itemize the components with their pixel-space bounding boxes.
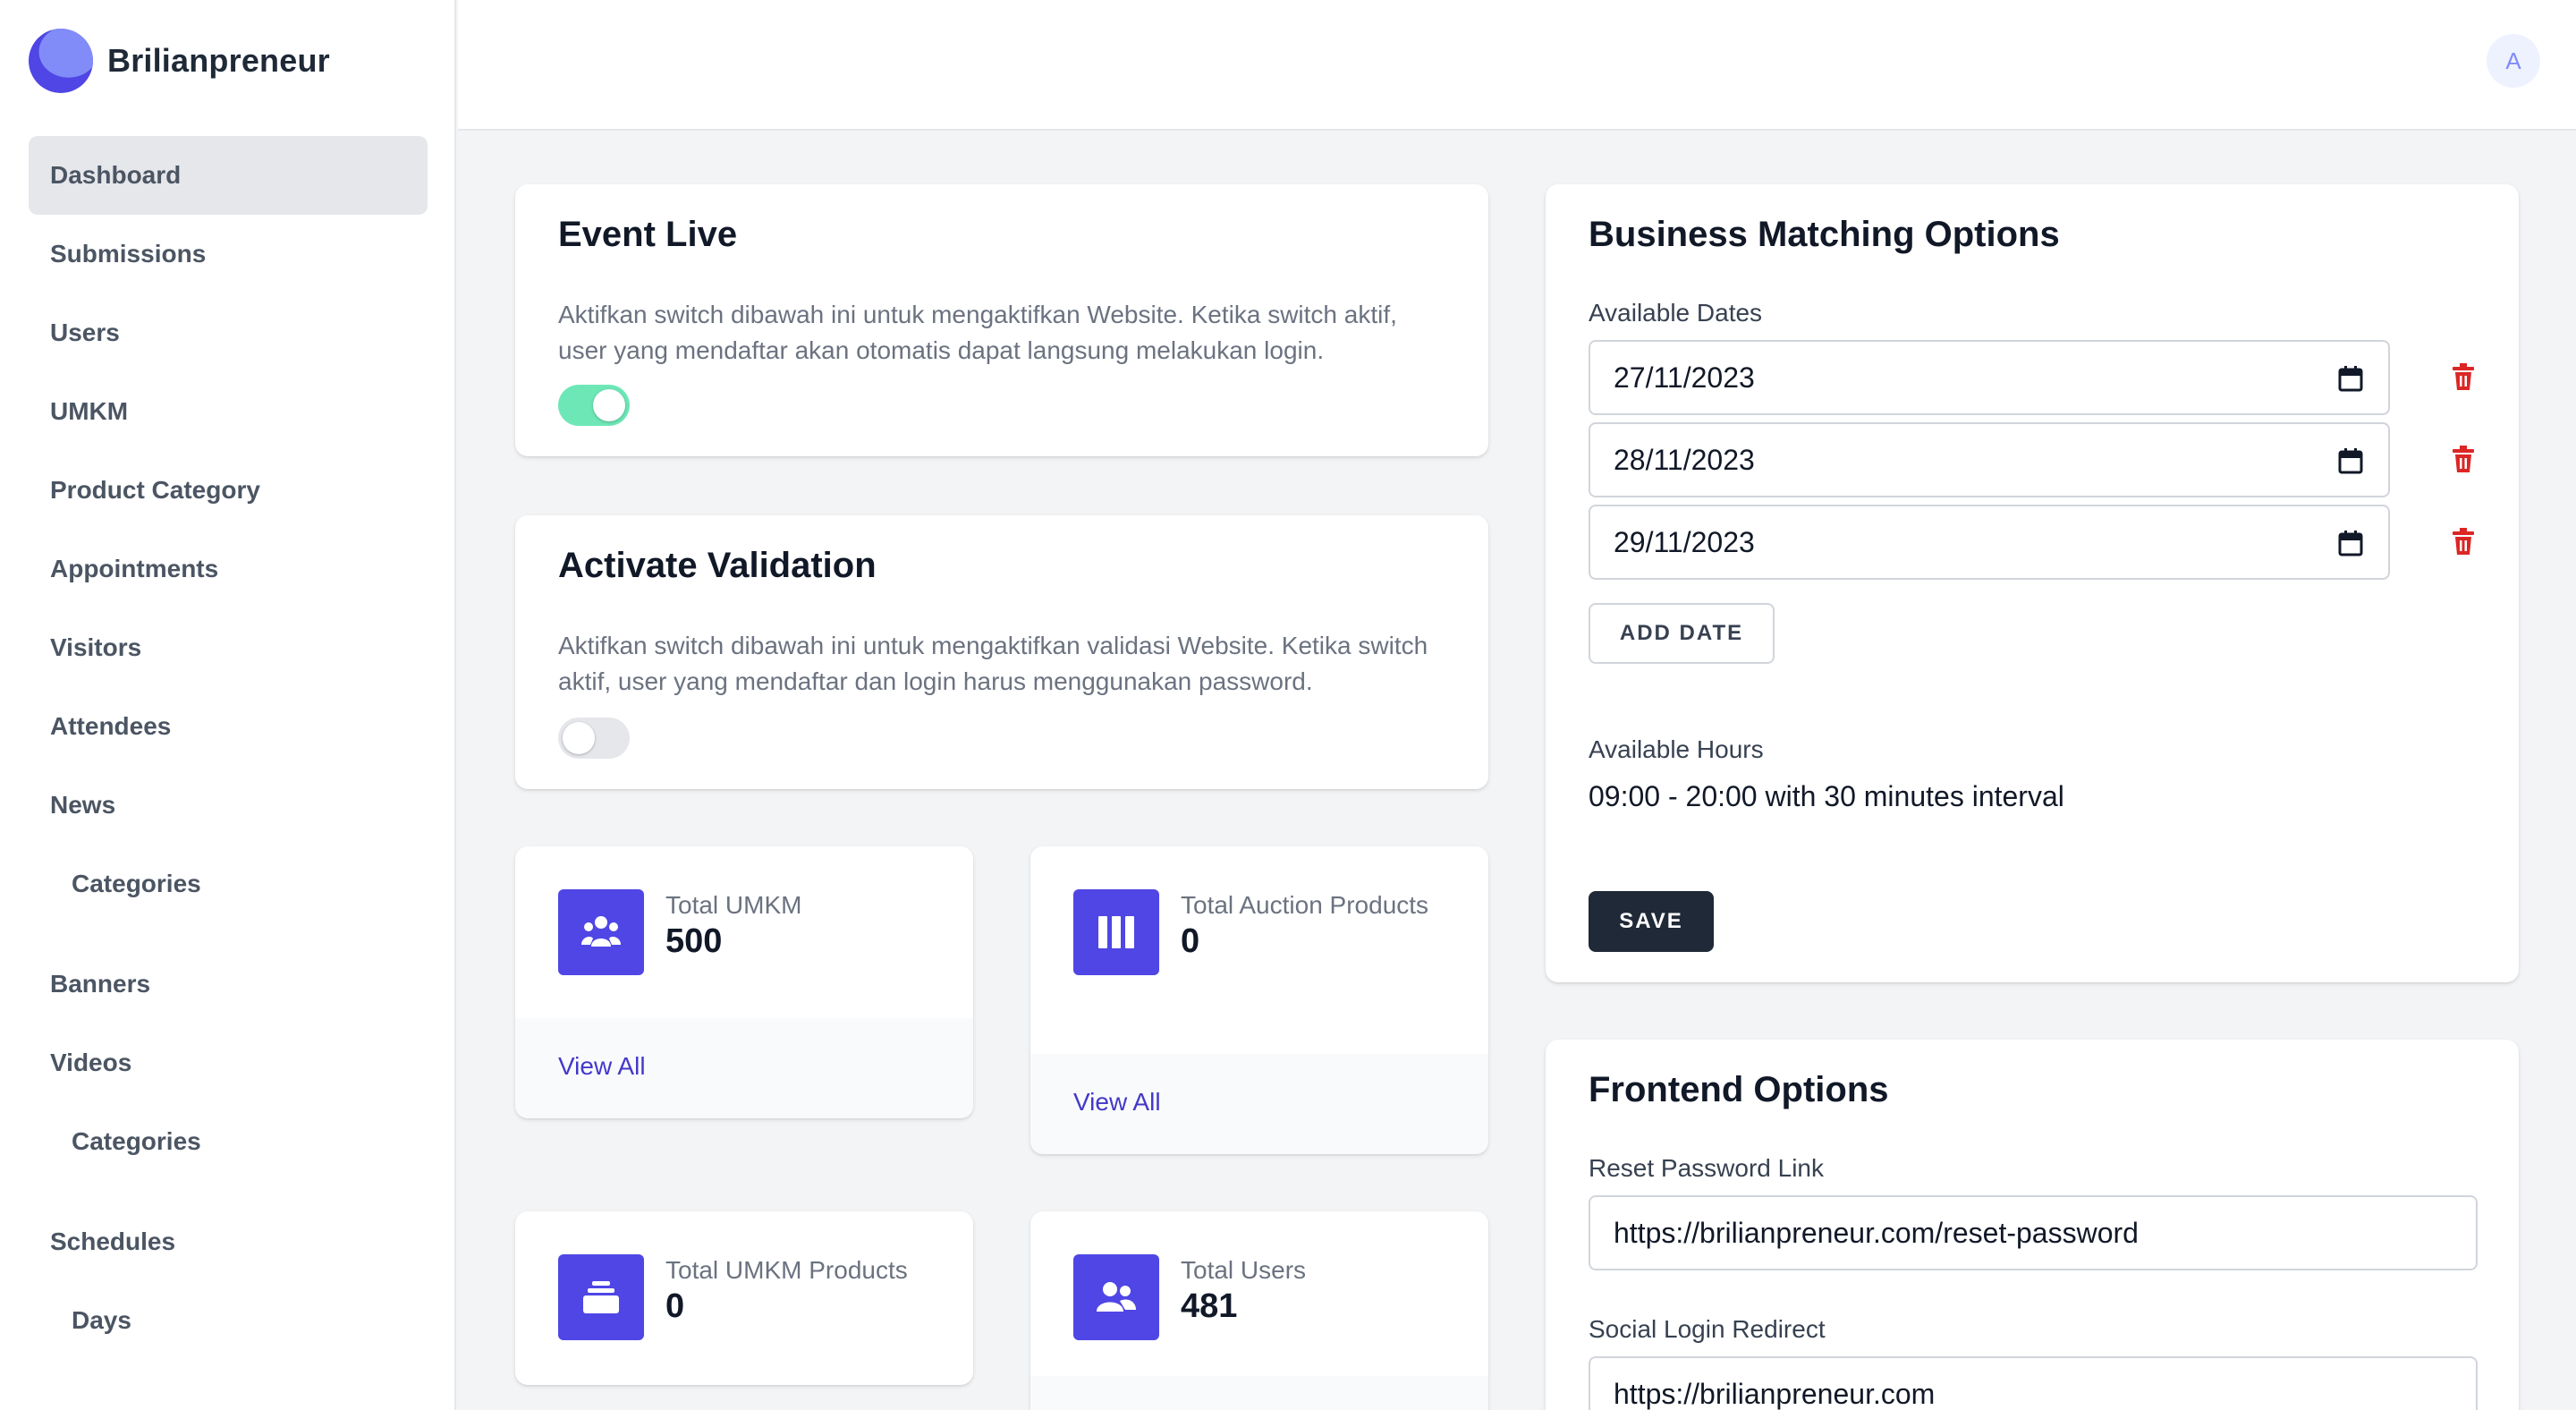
reset-password-link-label: Reset Password Link <box>1589 1154 1825 1182</box>
trash-icon[interactable] <box>2453 363 2474 395</box>
view-all-link[interactable]: View All <box>558 1052 646 1081</box>
brand-logo-icon <box>29 29 93 93</box>
app-root: Brilianpreneur Dashboard Submissions Use… <box>0 0 2576 1410</box>
frontend-options-card: Frontend Options Reset Password Link htt… <box>1546 1040 2519 1410</box>
sidebar-nav: Dashboard Submissions Users UMKM Product… <box>29 136 428 1360</box>
sidebar-item-attendees[interactable]: Attendees <box>29 687 428 766</box>
date-input[interactable]: 27/11/2023 <box>1589 340 2390 415</box>
stat-card-total-umkm-products: Total UMKM Products 0 <box>515 1211 973 1385</box>
stat-value: 481 <box>1181 1287 1238 1325</box>
sidebar: Brilianpreneur Dashboard Submissions Use… <box>0 0 456 1410</box>
brand[interactable]: Brilianpreneur <box>29 27 330 95</box>
sidebar-item-news[interactable]: News <box>29 766 428 845</box>
stat-value: 0 <box>665 1287 685 1325</box>
available-dates-label: Available Dates <box>1589 299 1763 327</box>
toggle-knob <box>563 722 595 754</box>
trash-icon[interactable] <box>2453 528 2474 559</box>
stat-footer <box>1030 1376 1488 1410</box>
date-input[interactable]: 28/11/2023 <box>1589 422 2390 497</box>
stat-label: Total Auction Products <box>1181 891 1429 919</box>
inbox-stack-icon <box>558 1254 644 1340</box>
add-date-button[interactable]: ADD DATE <box>1589 603 1775 664</box>
reset-password-link-input[interactable]: https://brilianpreneur.com/reset-passwor… <box>1589 1195 2478 1270</box>
stat-label: Total UMKM <box>665 891 802 919</box>
event-live-card: Event Live Aktifkan switch dibawah ini u… <box>515 184 1488 456</box>
activate-validation-title: Activate Validation <box>558 546 877 585</box>
sidebar-item-visitors[interactable]: Visitors <box>29 608 428 687</box>
calendar-icon[interactable] <box>2338 365 2363 399</box>
stat-text: Total Auction Products 0 <box>1181 888 1458 959</box>
sidebar-item-schedules-days[interactable]: Days <box>29 1281 428 1360</box>
save-button[interactable]: SAVE <box>1589 891 1714 952</box>
social-login-redirect-input[interactable]: https://brilianpreneur.com <box>1589 1356 2478 1410</box>
date-value: 27/11/2023 <box>1614 361 1755 394</box>
activate-validation-card: Activate Validation Aktifkan switch diba… <box>515 515 1488 789</box>
stat-label: Total UMKM Products <box>665 1256 908 1284</box>
users-group-icon <box>558 889 644 975</box>
view-all-link[interactable]: View All <box>1073 1088 1161 1117</box>
top-bar: A <box>458 0 2576 131</box>
sidebar-item-banners[interactable]: Banners <box>29 945 428 1024</box>
stat-card-total-auction-products: Total Auction Products 0 View All <box>1030 846 1488 1154</box>
event-live-title: Event Live <box>558 215 738 254</box>
available-hours-label: Available Hours <box>1589 735 1764 763</box>
stat-label: Total Users <box>1181 1256 1307 1284</box>
brand-name: Brilianpreneur <box>107 42 330 79</box>
date-value: 29/11/2023 <box>1614 525 1755 558</box>
stat-value: 0 <box>1181 922 1200 960</box>
sidebar-item-product-category[interactable]: Product Category <box>29 451 428 530</box>
event-live-description: Aktifkan switch dibawah ini untuk mengak… <box>558 301 1397 364</box>
business-matching-title: Business Matching Options <box>1589 215 2060 254</box>
sidebar-item-videos[interactable]: Videos <box>29 1024 428 1102</box>
sidebar-item-users[interactable]: Users <box>29 293 428 372</box>
stat-text: Total UMKM Products 0 <box>665 1253 908 1324</box>
stat-footer: View All <box>515 1018 973 1118</box>
sidebar-item-appointments[interactable]: Appointments <box>29 530 428 608</box>
sidebar-item-news-categories[interactable]: Categories <box>29 845 428 923</box>
sidebar-item-umkm[interactable]: UMKM <box>29 372 428 451</box>
activate-validation-toggle[interactable] <box>558 718 630 759</box>
social-login-redirect-label: Social Login Redirect <box>1589 1315 1826 1343</box>
sidebar-item-dashboard[interactable]: Dashboard <box>29 136 428 215</box>
available-hours-value: 09:00 - 20:00 with 30 minutes interval <box>1589 780 2064 812</box>
event-live-toggle[interactable] <box>558 385 630 426</box>
sidebar-item-submissions[interactable]: Submissions <box>29 215 428 293</box>
trash-icon[interactable] <box>2453 446 2474 477</box>
activate-validation-description: Aktifkan switch dibawah ini untuk mengak… <box>558 632 1428 695</box>
calendar-icon[interactable] <box>2338 530 2363 564</box>
sidebar-item-videos-categories[interactable]: Categories <box>29 1102 428 1181</box>
sidebar-item-schedules[interactable]: Schedules <box>29 1202 428 1281</box>
stat-text: Total Users 481 <box>1181 1253 1306 1324</box>
columns-icon <box>1073 889 1159 975</box>
date-value: 28/11/2023 <box>1614 443 1755 476</box>
stat-footer: View All <box>1030 1054 1488 1154</box>
stat-text: Total UMKM 500 <box>665 888 801 959</box>
toggle-knob <box>593 389 625 421</box>
business-matching-card: Business Matching Options Available Date… <box>1546 184 2519 982</box>
stat-card-total-umkm: Total UMKM 500 View All <box>515 846 973 1118</box>
users-icon <box>1073 1254 1159 1340</box>
date-input[interactable]: 29/11/2023 <box>1589 505 2390 580</box>
stat-value: 500 <box>665 922 723 960</box>
calendar-icon[interactable] <box>2338 447 2363 481</box>
avatar[interactable]: A <box>2487 34 2540 88</box>
stat-card-total-users: Total Users 481 <box>1030 1211 1488 1410</box>
frontend-options-title: Frontend Options <box>1589 1070 1889 1109</box>
